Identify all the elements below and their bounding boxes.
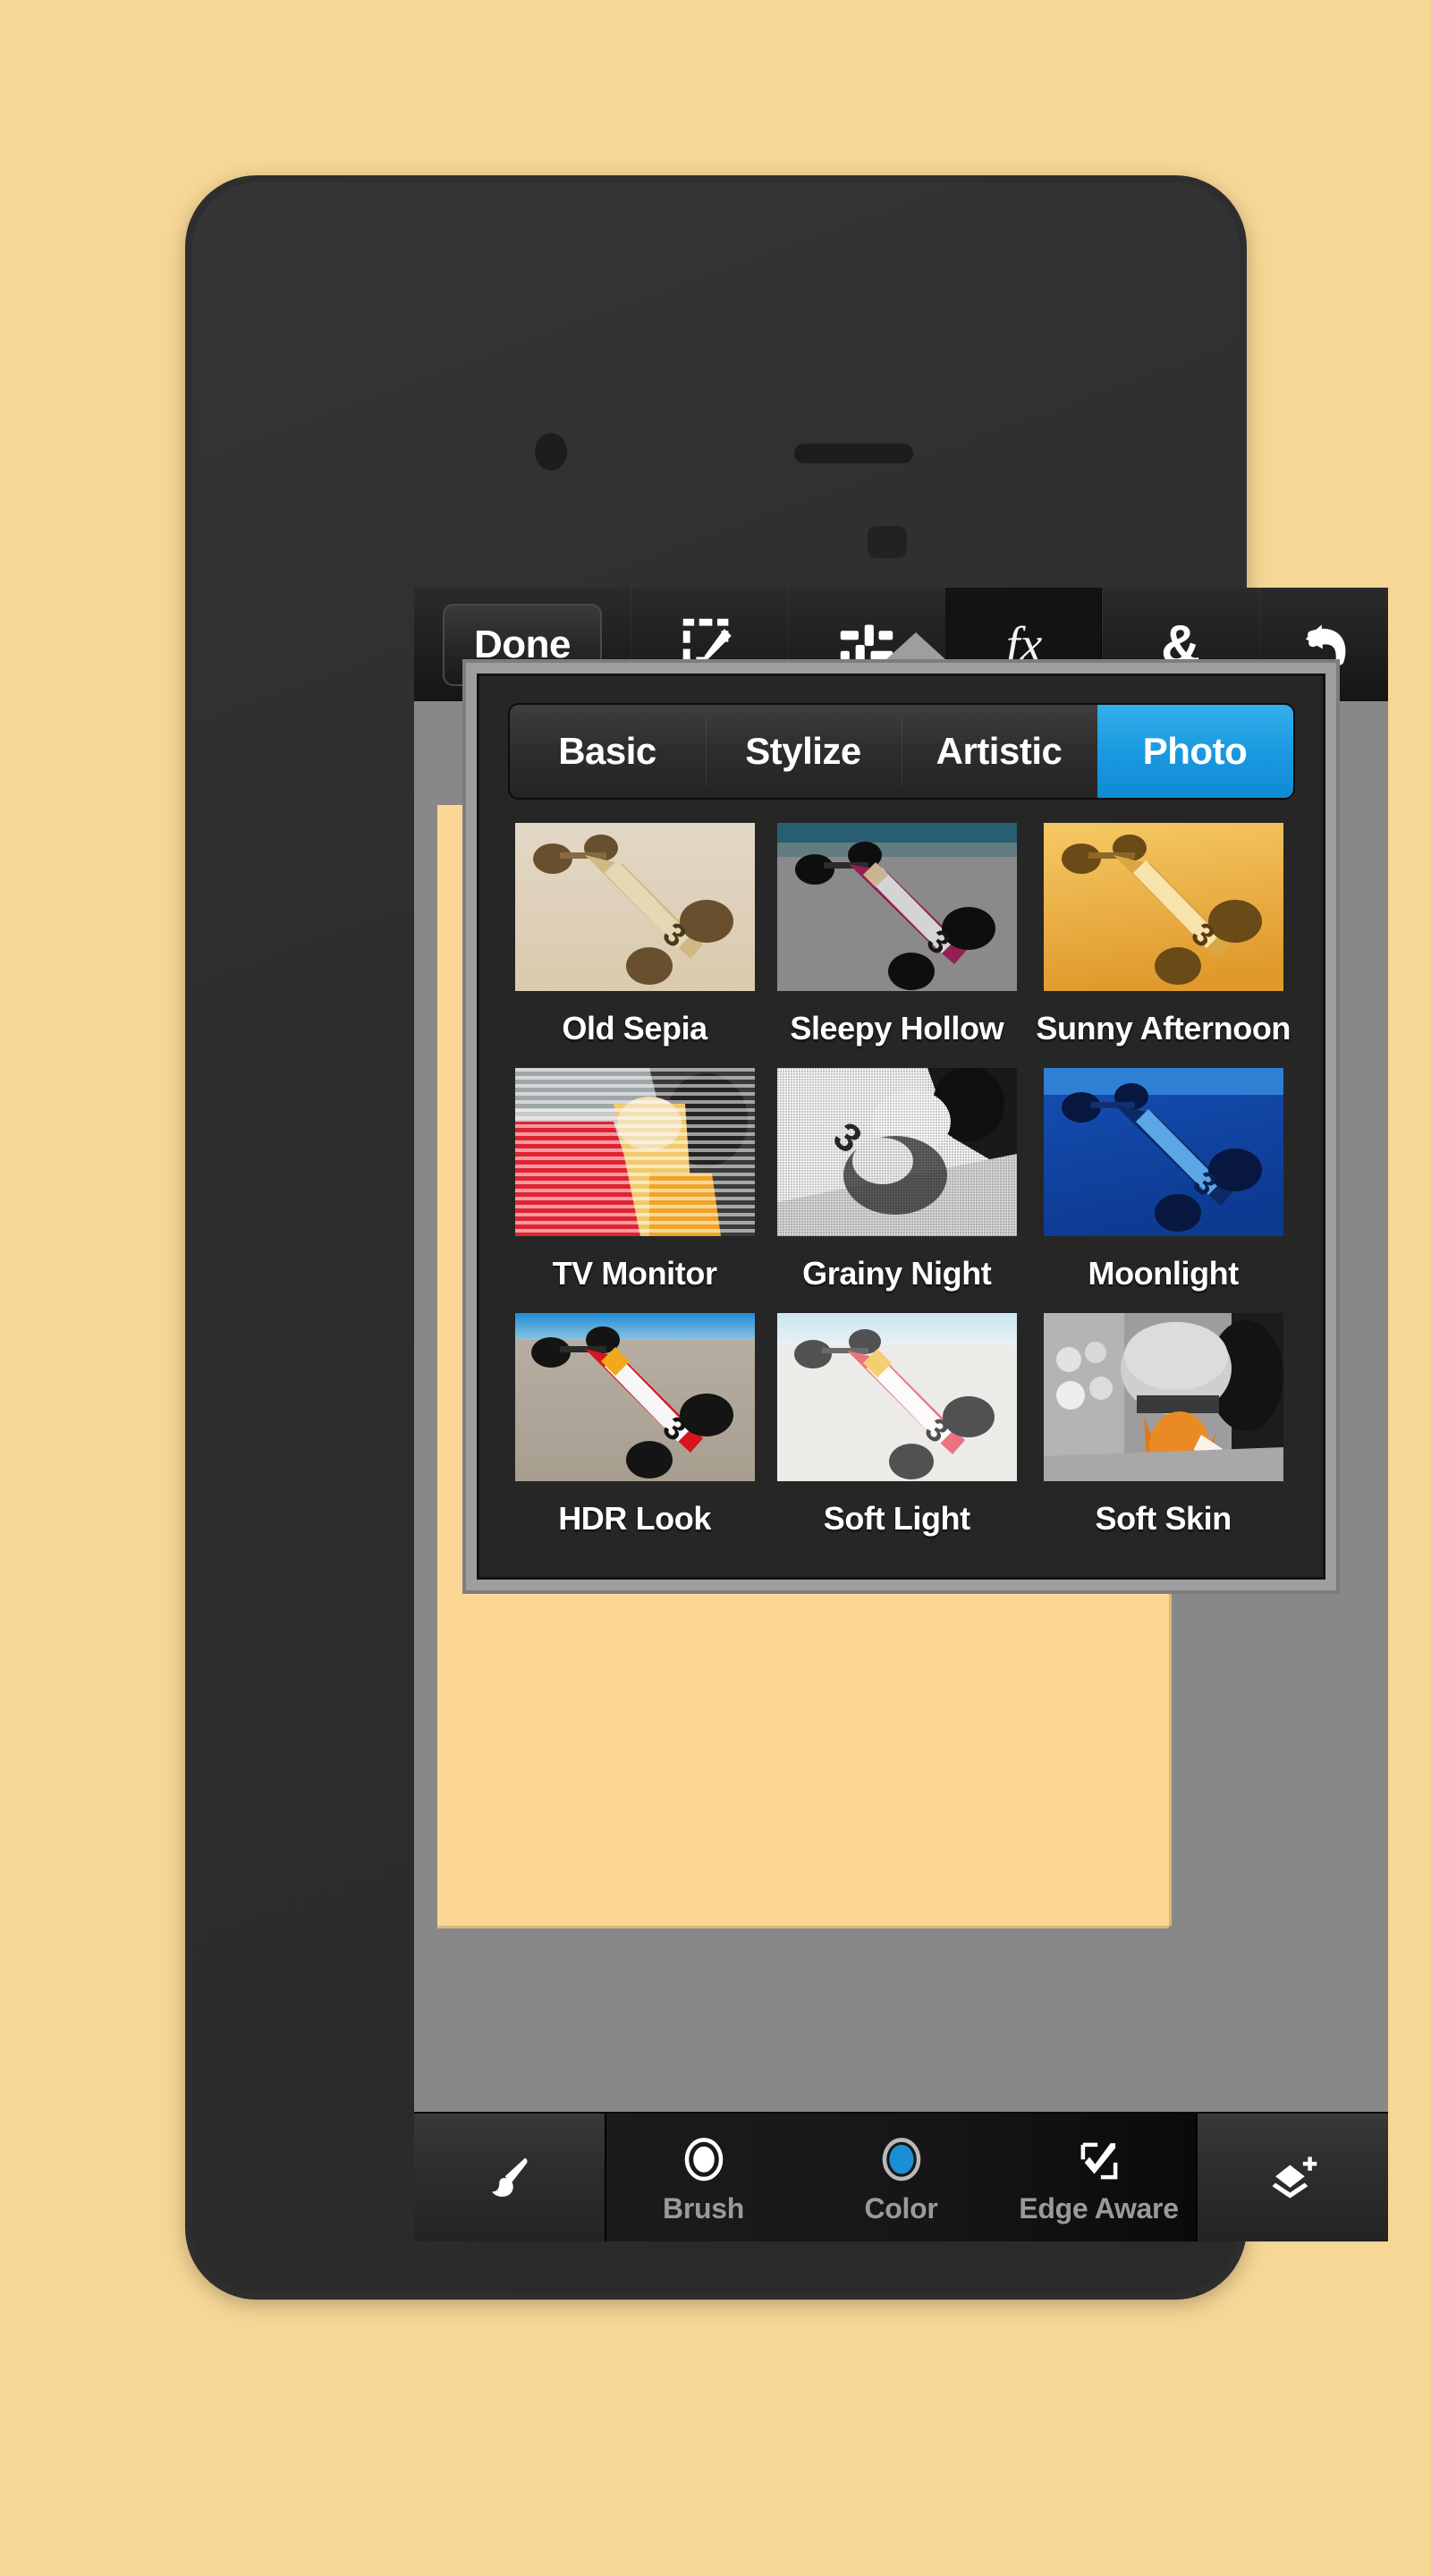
effect-label: Sleepy Hollow (790, 1010, 1004, 1046)
effect-item[interactable]: 3 Old Sepia (512, 823, 758, 1068)
effect-item[interactable]: TV Monitor (512, 1068, 758, 1313)
effect-label: Old Sepia (562, 1010, 707, 1046)
brush-option-label: Brush (663, 2192, 744, 2224)
popup-pointer-icon (885, 632, 946, 660)
popup-frame: Basic Stylize Artistic Photo 3 Old Sepia… (462, 659, 1340, 1594)
color-option-label: Color (864, 2192, 938, 2224)
effect-label: Moonlight (1088, 1255, 1240, 1292)
tab-photo[interactable]: Photo (1097, 705, 1293, 798)
color-option[interactable]: Color (802, 2114, 1000, 2241)
paintbrush-icon (491, 2157, 527, 2197)
bottom-toolbar: Brush Color Edge Aware (414, 2112, 1388, 2241)
effect-item[interactable]: 3 Grainy Night (774, 1068, 1020, 1313)
effect-label: Sunny Afternoon (1036, 1010, 1291, 1046)
effect-thumbnail[interactable] (1043, 1313, 1283, 1481)
color-swatch-icon (882, 2138, 920, 2182)
effect-label: Soft Light (823, 1500, 970, 1537)
effect-thumbnail[interactable]: 3 (514, 1313, 755, 1481)
phone-device: Done fx & Basic Stylize Artistic Photo 3… (185, 175, 1388, 2300)
effect-thumbnail[interactable]: 3 (514, 823, 755, 991)
tab-stylize[interactable]: Stylize (705, 705, 902, 798)
effect-label: Soft Skin (1095, 1500, 1232, 1537)
effect-item[interactable]: 3 Moonlight (1036, 1068, 1291, 1313)
effect-item[interactable]: Soft Skin (1036, 1313, 1291, 1558)
effect-label: HDR Look (558, 1500, 711, 1537)
circle-outline-icon (684, 2138, 723, 2182)
tab-artistic[interactable]: Artistic (901, 705, 1097, 798)
effect-thumbnail[interactable]: 3 (1043, 1068, 1283, 1236)
phone-screen: Done fx & Basic Stylize Artistic Photo 3… (414, 588, 1388, 2241)
proximity-sensor-icon (868, 526, 907, 558)
earpiece-speaker-icon (794, 444, 913, 463)
effects-grid: 3 Old Sepia 3 Sleepy Hollow 3 Sunny Afte… (503, 823, 1300, 1558)
front-camera-icon (535, 433, 567, 470)
bw-driver-portrait-thumb (1043, 1313, 1283, 1481)
brush-option[interactable]: Brush (605, 2114, 802, 2241)
scanline-racecar-thumb (514, 1068, 755, 1236)
effect-thumbnail[interactable]: 3 (1043, 823, 1283, 991)
tool-options-group: Brush Color Edge Aware (605, 2114, 1198, 2241)
bw-grain-racecar-thumb: 3 (776, 1068, 1017, 1236)
magenta-racecar-thumb: 3 (776, 823, 1017, 991)
orange-racecar-thumb: 3 (1043, 823, 1283, 991)
effect-category-tabs: Basic Stylize Artistic Photo (507, 703, 1295, 800)
effect-thumbnail[interactable]: 3 (776, 823, 1017, 991)
effect-item[interactable]: 3 Soft Light (774, 1313, 1020, 1558)
checkmark-square-icon (1080, 2142, 1117, 2180)
soft-racecar-thumb: 3 (776, 1313, 1017, 1481)
effect-thumbnail[interactable]: 3 (776, 1313, 1017, 1481)
effects-popup: Basic Stylize Artistic Photo 3 Old Sepia… (462, 632, 1340, 1594)
sepia-racecar-thumb: 3 (514, 823, 755, 991)
edge-aware-option[interactable]: Edge Aware (1000, 2114, 1198, 2241)
effect-item[interactable]: 3 Sunny Afternoon (1036, 823, 1291, 1068)
popup-content: Basic Stylize Artistic Photo 3 Old Sepia… (477, 674, 1325, 1580)
tab-basic[interactable]: Basic (510, 705, 706, 798)
effect-thumbnail[interactable] (514, 1068, 755, 1236)
effect-thumbnail[interactable]: 3 (776, 1068, 1017, 1236)
blue-racecar-thumb: 3 (1043, 1068, 1283, 1236)
add-layer-button[interactable] (1198, 2114, 1388, 2241)
effect-label: Grainy Night (802, 1255, 992, 1292)
brush-tool-button[interactable] (414, 2114, 605, 2241)
effect-item[interactable]: 3 HDR Look (512, 1313, 758, 1558)
effect-item[interactable]: 3 Sleepy Hollow (774, 823, 1020, 1068)
hdr-racecar-thumb: 3 (514, 1313, 755, 1481)
layers-plus-icon (1271, 2156, 1317, 2199)
edge-aware-option-label: Edge Aware (1019, 2192, 1179, 2224)
effect-label: TV Monitor (552, 1255, 717, 1292)
